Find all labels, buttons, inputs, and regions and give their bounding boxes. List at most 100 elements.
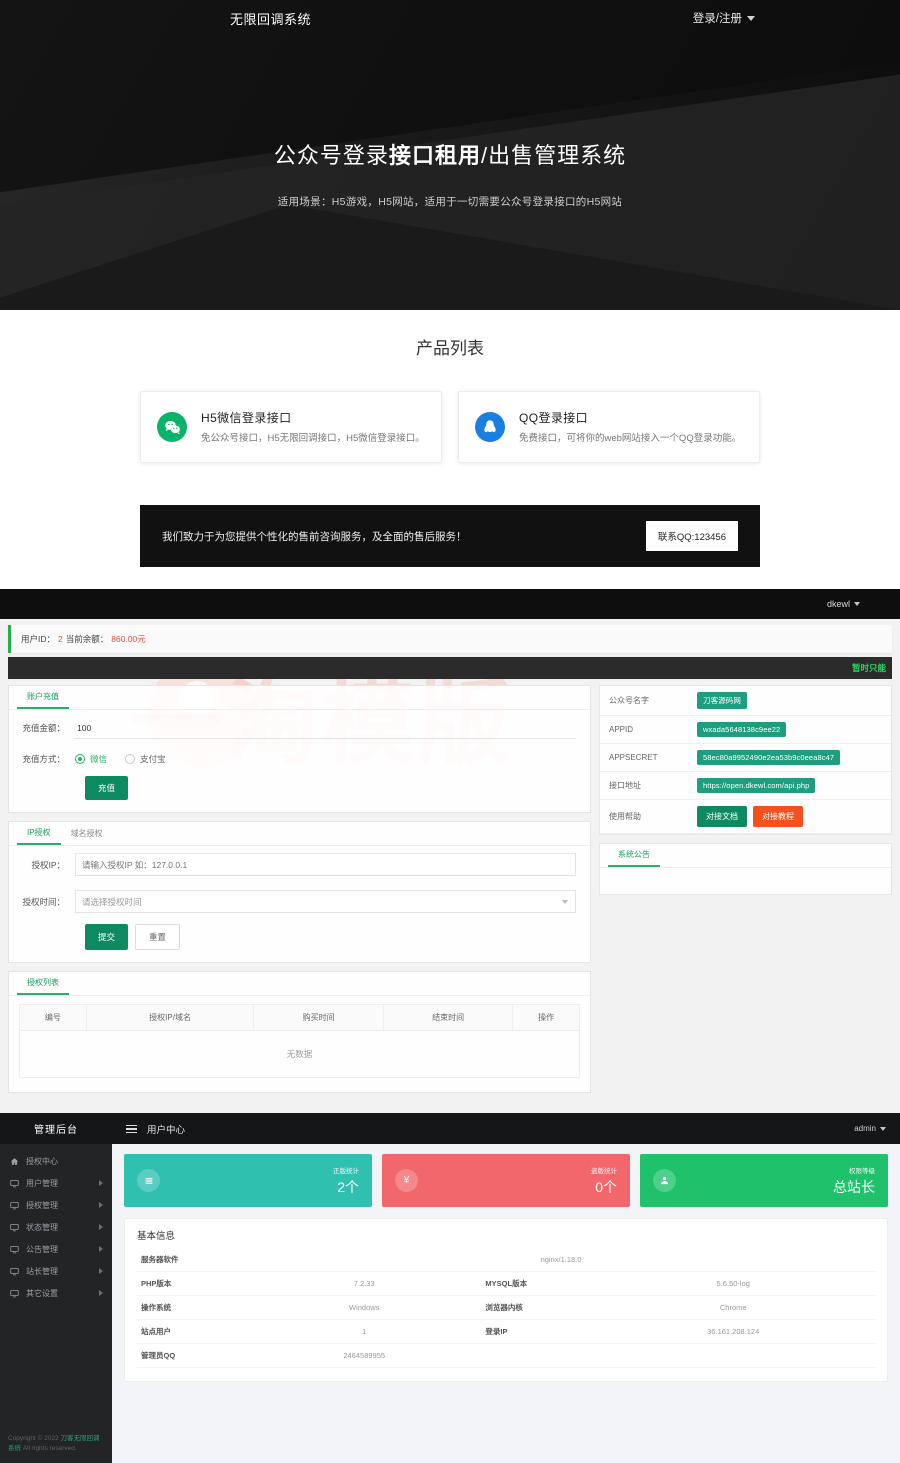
auth-time-select[interactable]: 请选择授权时间 — [75, 890, 576, 914]
sidebar-label-user-mgmt: 用户管理 — [26, 1178, 58, 1188]
product-text-qq: QQ登录接口 免费接口，可将你的web网站接入一个QQ登录功能。 — [519, 409, 741, 445]
info-value-login-ip: 36.161.208.124 — [591, 1319, 875, 1345]
auth-reset-button[interactable]: 重置 — [135, 924, 181, 951]
table-row: 操作系统 Windows 浏览器内核 Chrome — [137, 1295, 875, 1321]
admin-account-menu[interactable]: admin — [854, 1124, 886, 1133]
sidebar-item-webmaster-mgmt[interactable]: 站长管理 — [0, 1260, 112, 1282]
radio-wechat-pay[interactable]: 微信 — [75, 753, 107, 765]
authorization-tabs: IP授权 域名授权 — [9, 822, 590, 847]
contact-qq-button[interactable]: 联系QQ:123456 — [645, 521, 738, 552]
info-label-mysql: MYSQL版本 — [481, 1271, 592, 1297]
product-desc-qq: 免费接口，可将你的web网站接入一个QQ登录功能。 — [519, 433, 742, 444]
sidebar-label-announcement-mgmt: 公告管理 — [26, 1244, 58, 1254]
site-brand[interactable]: 无限回调系统 — [230, 9, 311, 28]
sidebar-item-auth-center[interactable]: 授权中心 — [0, 1150, 112, 1172]
info-val-appsecret-cell: 58ec80a9952490e2ea53b9c0eea8c47 — [688, 744, 891, 772]
recharge-actions: 充值 — [9, 772, 590, 812]
recharge-amount-input[interactable] — [75, 717, 576, 740]
cta-text: 我们致力于为您提供个性化的售前咨询服务，及全面的售后服务！ — [162, 530, 467, 543]
product-title-wechat: H5微信登录接口 — [201, 411, 292, 425]
tab-recharge[interactable]: 账户充值 — [17, 686, 69, 710]
stat-card-permission[interactable]: 权限等级 总站长 — [640, 1154, 888, 1208]
info-val-apiurl[interactable]: https://open.dkewl.com/api.php — [697, 778, 816, 794]
recharge-method-row: 充值方式： 微信 支付宝 — [9, 746, 590, 772]
monitor-icon — [9, 1245, 19, 1254]
table-row: 服务器软件 nginx/1.18.0 — [137, 1248, 875, 1273]
empty-state-text: 无数据 — [19, 1030, 580, 1079]
sidebar-item-announcement-mgmt[interactable]: 公告管理 — [0, 1238, 112, 1260]
monitor-icon — [9, 1179, 19, 1188]
product-card-wechat[interactable]: H5微信登录接口 免公众号接口，H5无限回调接口，H5微信登录接口。 — [140, 391, 442, 464]
sidebar-label-auth-mgmt: 授权管理 — [26, 1200, 58, 1210]
product-list-section: 产品列表 H5微信登录接口 免公众号接口，H5无限回调接口，H5微信登录接口。 … — [0, 310, 900, 590]
sidebar-item-other-settings[interactable]: 其它设置 — [0, 1282, 112, 1304]
auth-ip-input[interactable] — [75, 853, 576, 877]
product-cards: H5微信登录接口 免公众号接口，H5无限回调接口，H5微信登录接口。 QQ登录接… — [140, 391, 760, 464]
hero-subtitle: 适用场景：H5游戏，H5网站，适用于一切需要公众号登录接口的H5网站 — [277, 196, 623, 208]
info-label-empty — [481, 1343, 592, 1369]
authorization-list-panel: 授权列表 编号 授权IP/域名 购买时间 结束时间 操作 无数据 — [8, 971, 591, 1094]
radio-alipay[interactable]: 支付宝 — [125, 753, 166, 765]
auth-ip-field — [75, 853, 590, 877]
radio-wechat-label: 微信 — [90, 754, 108, 765]
user-center-right-column: 公众号名字 刀客源码网 APPID wxada5648138c9ee22 APP… — [599, 685, 892, 1101]
chevron-down-icon — [562, 899, 568, 904]
info-val-appsecret[interactable]: 58ec80a9952490e2ea53b9c0eea8c47 — [697, 750, 841, 766]
admin-content: 正版统计 2个 ¥ 盗版统计 0个 权限等级 总站长 基本信息 服务器软件 ng… — [112, 1144, 900, 1392]
chevron-right-icon — [99, 1202, 103, 1209]
announcement-body — [600, 868, 891, 894]
login-register-menu[interactable]: 登录/注册 — [693, 10, 755, 26]
admin-page-title: 用户中心 — [147, 1124, 186, 1136]
tutorial-button[interactable]: 对接教程 — [753, 806, 803, 828]
stat-body-permission: 权限等级 总站长 — [676, 1165, 875, 1197]
info-value-server: nginx/1.18.0 — [247, 1248, 875, 1273]
product-card-qq[interactable]: QQ登录接口 免费接口，可将你的web网站接入一个QQ登录功能。 — [458, 391, 760, 464]
info-val-appid[interactable]: wxada5648138c9ee22 — [697, 722, 787, 738]
qq-icon — [475, 412, 505, 443]
balance-label: 当前余额： — [65, 634, 109, 645]
recharge-method-field: 微信 支付宝 — [75, 753, 590, 765]
stat-card-pirated[interactable]: ¥ 盗版统计 0个 — [382, 1154, 630, 1208]
sidebar-item-auth-mgmt[interactable]: 授权管理 — [0, 1194, 112, 1216]
product-title-qq: QQ登录接口 — [519, 411, 589, 425]
recharge-submit-button[interactable]: 充值 — [85, 776, 129, 801]
announcement-panel: 系统公告 — [599, 843, 892, 896]
info-val-help-cell: 对接文档 对接教程 — [688, 800, 891, 834]
chevron-right-icon — [99, 1180, 103, 1187]
chevron-down-icon — [854, 602, 860, 607]
user-notice-text: 暂时只能 — [851, 663, 886, 674]
user-center-topbar: dkewl — [0, 589, 900, 620]
auth-time-row: 授权时间： 请选择授权时间 — [9, 883, 590, 920]
stat-body-genuine: 正版统计 2个 — [160, 1165, 359, 1197]
stat-card-genuine[interactable]: 正版统计 2个 — [124, 1154, 372, 1208]
info-val-appname-cell: 刀客源码网 — [688, 686, 891, 716]
hamburger-menu-icon[interactable] — [126, 1124, 137, 1134]
tab-ip-auth[interactable]: IP授权 — [17, 822, 61, 846]
user-center-body: 账户充值 充值金额： 充值方式： — [0, 679, 900, 1113]
monitor-icon — [9, 1201, 19, 1210]
product-text-wechat: H5微信登录接口 免公众号接口，H5无限回调接口，H5微信登录接口。 — [201, 409, 425, 445]
tab-auth-list[interactable]: 授权列表 — [17, 972, 69, 996]
auth-ip-row: 授权IP： — [9, 846, 590, 883]
admin-sidebar: 管理后台 授权中心 用户管理 授权管理 状态管理 公告管理 站长管理 其它设置 … — [0, 1113, 112, 1463]
user-center-account-menu[interactable]: dkewl — [827, 599, 860, 609]
recharge-form: 充值金额： 充值方式： 微信 — [9, 710, 590, 812]
basic-info-heading: 基本信息 — [137, 1231, 176, 1243]
info-val-appname[interactable]: 刀客源码网 — [697, 692, 747, 710]
admin-logo: 管理后台 — [0, 1113, 112, 1145]
public-site: 无限回调系统 登录/注册 公众号登录接口租用/出售管理系统 适用场景：H5游戏，… — [0, 0, 900, 590]
auth-actions: 提交 重置 — [9, 920, 590, 962]
tab-announcement[interactable]: 系统公告 — [608, 844, 660, 868]
authorization-table-body: 无数据 — [19, 1030, 580, 1079]
info-label-admin-qq: 管理员QQ — [137, 1343, 247, 1369]
sidebar-item-user-mgmt[interactable]: 用户管理 — [0, 1172, 112, 1194]
info-key-appid: APPID — [609, 725, 634, 735]
wechat-icon — [157, 412, 187, 443]
stat-value-pirated: 0个 — [595, 1178, 617, 1195]
auth-submit-button[interactable]: 提交 — [85, 924, 129, 951]
docs-button[interactable]: 对接文档 — [697, 806, 747, 828]
info-val-appid-cell: wxada5648138c9ee22 — [688, 716, 891, 744]
tab-domain-auth[interactable]: 域名授权 — [61, 822, 113, 845]
yen-icon: ¥ — [395, 1169, 418, 1193]
sidebar-item-status-mgmt[interactable]: 状态管理 — [0, 1216, 112, 1238]
